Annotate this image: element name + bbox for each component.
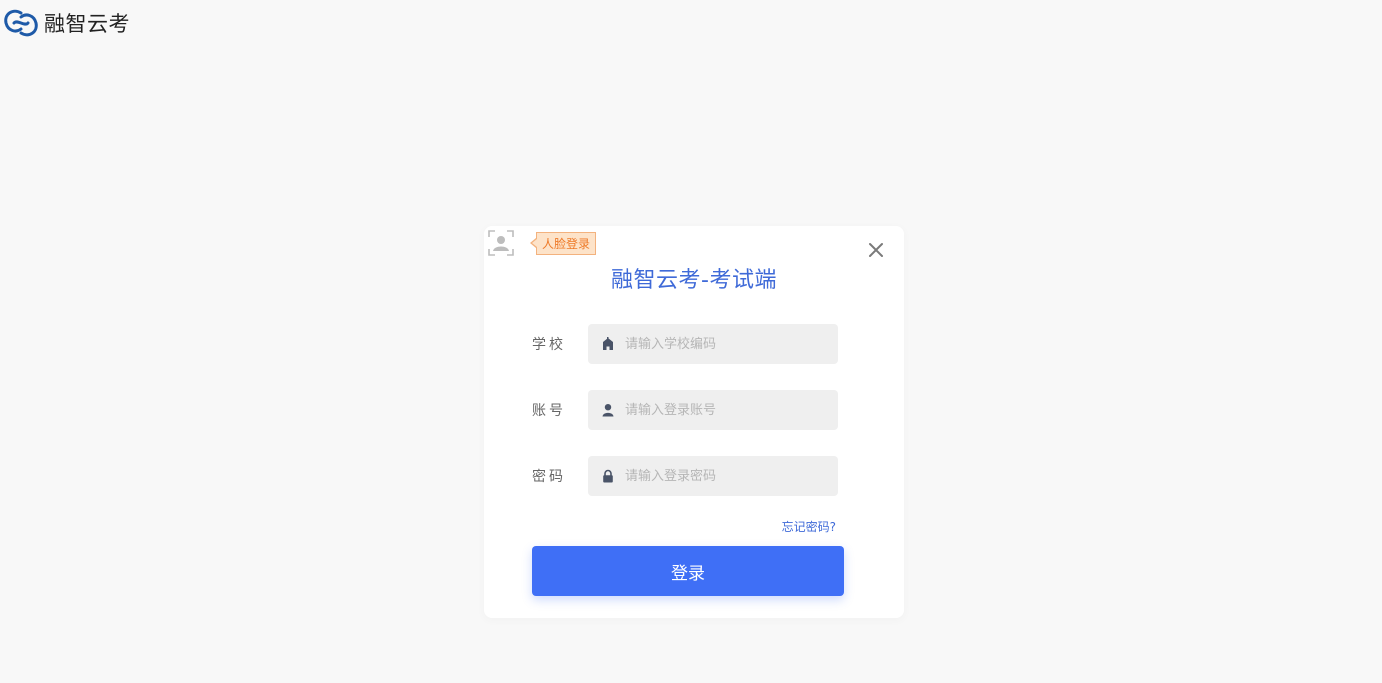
close-button[interactable] [864,238,888,262]
password-input[interactable] [625,457,825,495]
account-input[interactable] [625,391,825,429]
forgot-password-link[interactable]: 忘记密码? [782,518,836,535]
school-field[interactable] [588,324,838,364]
user-icon [602,404,614,417]
password-field[interactable] [588,456,838,496]
brand-header: 融智云考 [2,6,130,40]
brand-name: 融智云考 [44,12,130,36]
account-field[interactable] [588,390,838,430]
login-title: 融智云考-考试端 [611,268,777,293]
school-input[interactable] [625,325,825,363]
lock-icon [603,469,613,483]
school-icon [603,337,613,350]
password-label: 密码 [532,469,566,485]
face-login-tag[interactable]: 人脸登录 [529,232,597,255]
login-button[interactable]: 登录 [532,546,844,596]
close-icon [869,243,883,257]
account-label: 账号 [532,403,566,419]
login-card: 人脸登录 融智云考-考试端 学校 账号 密码 忘记密码? 登录 [484,226,904,618]
face-scan-icon[interactable] [488,230,514,256]
school-label: 学校 [532,337,566,353]
cloud-swirl-icon [4,9,38,37]
